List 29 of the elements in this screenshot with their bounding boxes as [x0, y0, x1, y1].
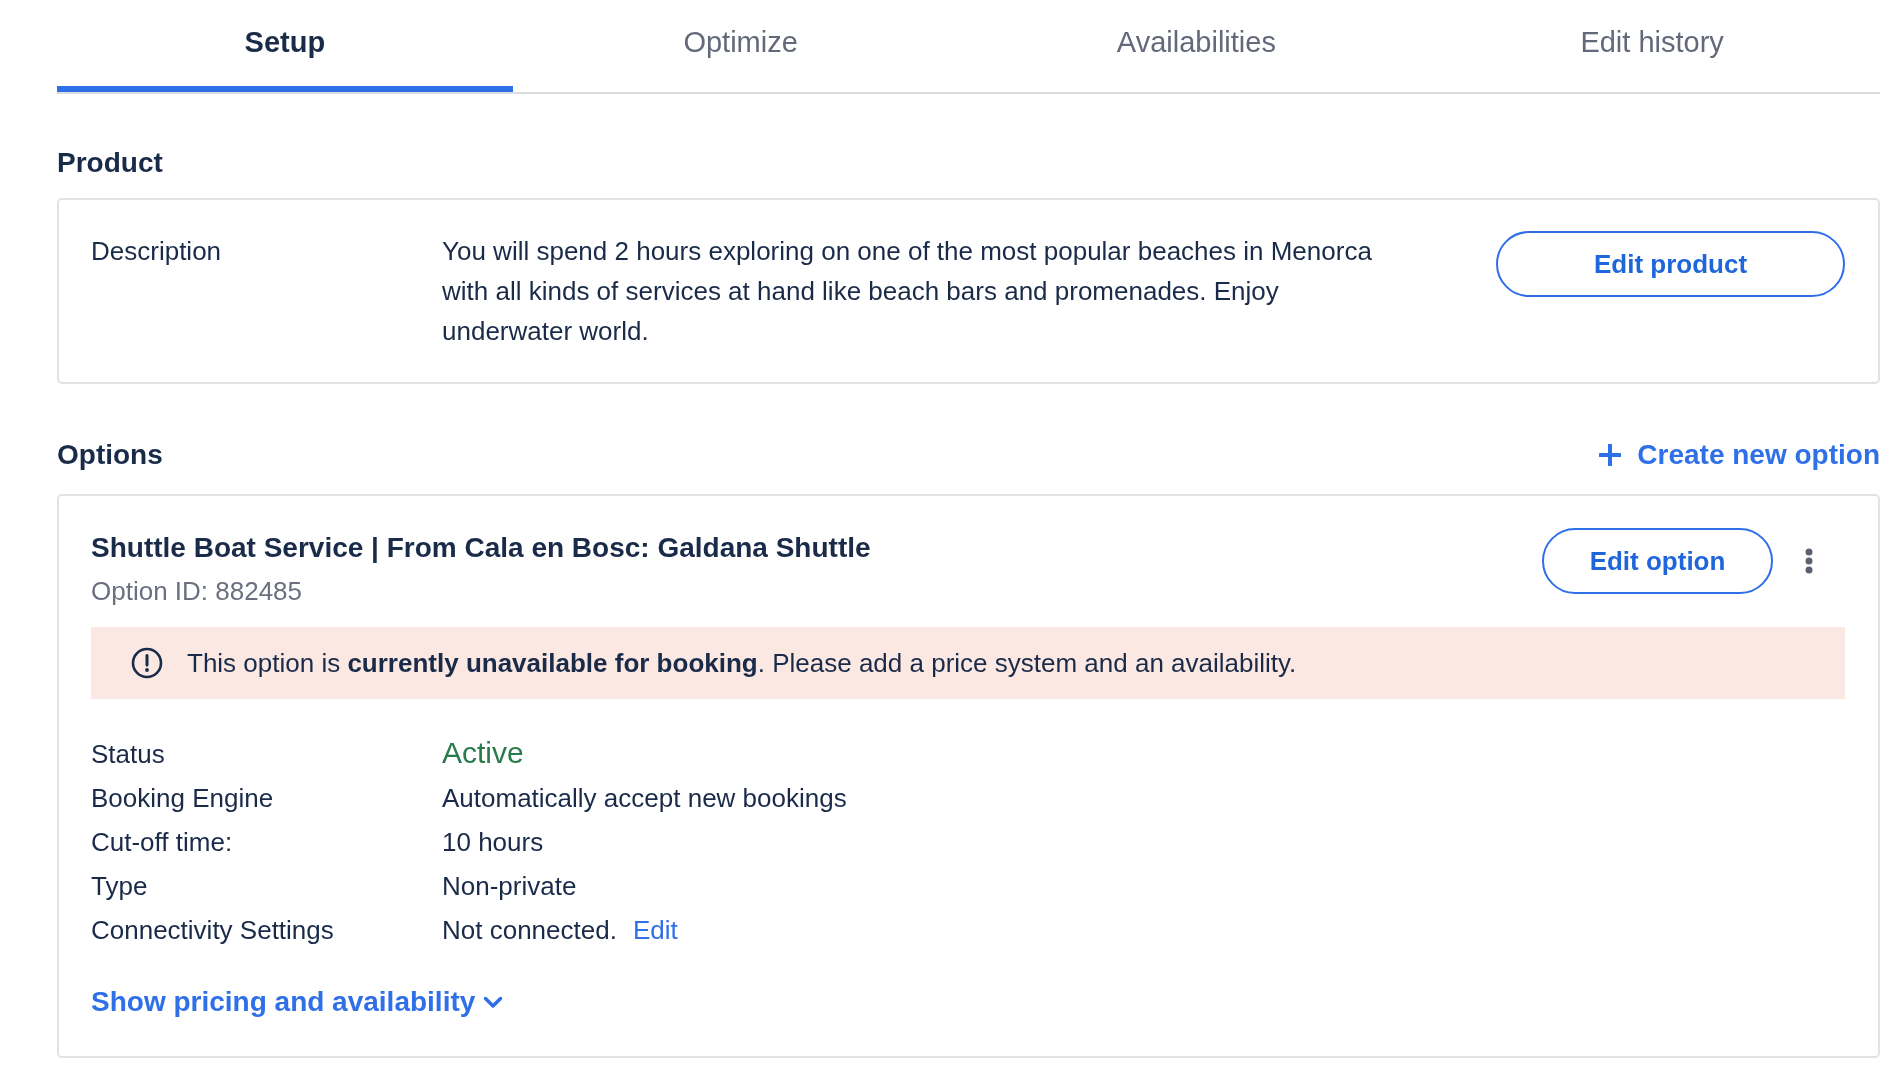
edit-link[interactable]: Edit: [632, 908, 678, 952]
section-heading: Options: [57, 438, 163, 472]
edit-option-button[interactable]: Edit option: [1542, 528, 1773, 594]
detail-label: Status: [91, 738, 166, 771]
section-heading: Product: [57, 146, 164, 180]
tab[interactable]: Optimize: [512, 0, 969, 92]
detail-value: Not connected.: [442, 914, 617, 947]
option-id: Option ID: 882485: [91, 575, 304, 608]
tab[interactable]: Setup: [57, 0, 513, 92]
more-icon[interactable]: [1805, 548, 1813, 574]
detail-label: Cut-off time:: [91, 826, 234, 859]
plus-icon: [1599, 444, 1622, 466]
description-text: You will spend 2 hours exploring on one of the most popular beaches in Menorca with all kinds of services at hand like beach bars and promenades. Enjoy underwater world.: [442, 235, 1373, 348]
detail-value: Automatically accept new bookings: [442, 782, 847, 815]
status-value: Active: [442, 735, 524, 771]
detail-value: 10 hours: [442, 826, 544, 859]
detail-value: Non-private: [442, 870, 577, 903]
detail-label: Type: [91, 870, 149, 903]
tab[interactable]: Edit history: [1424, 0, 1880, 92]
option-title: Shuttle Boat Service | From Cala en Bosc: Galdana Shuttle: [91, 531, 871, 565]
create-option-link[interactable]: Create new option: [1599, 438, 1880, 472]
exclamation-circle-icon: [131, 647, 163, 679]
description-label: Description: [91, 235, 223, 268]
alert-message: This option is currently unavailable for booking. Please add a price system and an availability.: [187, 647, 1297, 680]
tab[interactable]: Availabilities: [968, 0, 1425, 92]
show-pricing-link[interactable]: Show pricing and availability: [91, 984, 504, 1020]
detail-label: Booking Engine: [91, 782, 275, 815]
edit-product-button[interactable]: Edit product: [1496, 231, 1845, 297]
detail-label: Connectivity Settings: [91, 914, 335, 947]
